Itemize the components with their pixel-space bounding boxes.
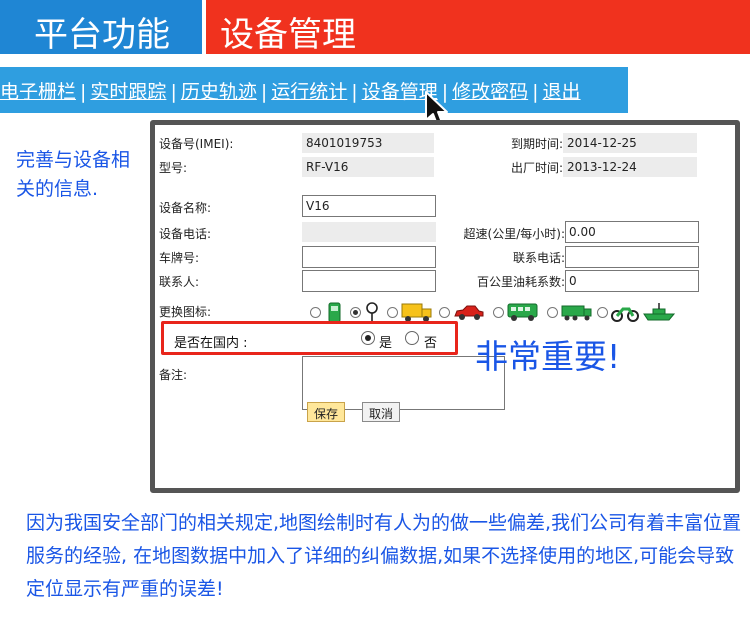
imei-value: 8401019753 (302, 133, 434, 153)
model-value: RF-V16 (302, 157, 434, 177)
device-name-label: 设备名称: (159, 201, 212, 215)
plate-label: 车牌号: (159, 251, 200, 265)
nav-item-realtime-tracking[interactable]: 实时跟踪 (90, 81, 166, 103)
nav-item-history-track[interactable]: 历史轨迹 (181, 81, 257, 103)
domestic-label: 是否在国内 : (174, 336, 248, 351)
domestic-yes-label: 是 (379, 336, 393, 351)
icon-radio-motorcycle[interactable] (597, 307, 608, 318)
device-management-title: 设备管理 (220, 15, 356, 55)
save-button[interactable]: 保存 (307, 402, 346, 422)
contact-input[interactable] (302, 270, 436, 292)
icon-radio-fuel-pump[interactable] (310, 307, 321, 318)
domestic-no-label: 否 (424, 336, 438, 351)
fuel-coefficient-input[interactable] (565, 270, 699, 292)
icon-radio-map-pin[interactable] (350, 307, 361, 318)
overspeed-label: 超速(公里/每小时): (463, 227, 565, 241)
truck-icon (401, 303, 432, 322)
device-name-input[interactable] (302, 195, 436, 217)
icon-chooser (310, 301, 720, 323)
bottom-note: 因为我国安全部门的相关规定,地图绘制时有人为的做一些偏差,我们公司有着丰富位置服… (26, 512, 742, 600)
icon-radio-car[interactable] (439, 307, 450, 318)
contact-phone-input[interactable] (565, 246, 699, 268)
icon-radio-freight-truck[interactable] (547, 307, 558, 318)
device-phone-label: 设备电话: (159, 227, 212, 241)
imei-label: 设备号(IMEI): (159, 137, 234, 151)
icon-radio-truck[interactable] (387, 307, 398, 318)
nav-separator: | (532, 81, 539, 103)
icon-radio-bus[interactable] (493, 307, 504, 318)
fuel-coefficient-label: 百公里油耗系数: (476, 275, 565, 289)
domestic-no-radio[interactable] (405, 331, 419, 345)
main-nav: 电子栅栏 | 实时跟踪 | 历史轨迹 | 运行统计 | 设备管理 | 修改密码 | 退出 (0, 67, 628, 113)
motorcycle-icon (611, 307, 639, 322)
nav-separator: | (80, 81, 87, 103)
remark-label: 备注: (159, 368, 188, 382)
icon-label: 更换图标: (159, 305, 212, 319)
map-pin-icon (366, 302, 378, 322)
factory-date-value: 2013-12-24 (563, 157, 697, 177)
nav-item-change-password[interactable]: 修改密码 (452, 81, 528, 103)
side-note: 完善与设备相关的信息. (16, 149, 131, 200)
bus-icon (507, 303, 538, 321)
boat-icon (643, 303, 675, 321)
nav-item-logout[interactable]: 退出 (543, 81, 581, 103)
contact-phone-label: 联系电话: (512, 251, 565, 265)
plate-input[interactable] (302, 246, 436, 268)
domestic-highlight-box: 是否在国内 : 是 否 (161, 321, 458, 355)
factory-date-label: 出厂时间: (511, 161, 564, 175)
device-management-tab: 设备管理 (206, 0, 750, 55)
overspeed-input[interactable] (565, 221, 699, 243)
expire-value: 2014-12-25 (563, 133, 697, 153)
model-label: 型号: (159, 161, 188, 175)
device-form-panel: 设备号(IMEI): 8401019753 到期时间: 2014-12-25 型… (150, 120, 740, 493)
device-phone-value (302, 222, 436, 242)
car-icon (454, 305, 484, 320)
platform-features-title: 平台功能 (34, 15, 170, 55)
contact-label: 联系人: (159, 275, 200, 289)
cancel-button[interactable]: 取消 (362, 402, 401, 422)
important-callout: 非常重要! (475, 337, 621, 376)
nav-item-run-statistics[interactable]: 运行统计 (271, 81, 347, 103)
nav-links: 电子栅栏 | 实时跟踪 | 历史轨迹 | 运行统计 | 设备管理 | 修改密码 | 退出 (0, 77, 581, 104)
platform-features-tab: 平台功能 (0, 0, 202, 55)
nav-separator: | (351, 81, 358, 103)
freight-truck-icon (561, 305, 592, 321)
expire-label: 到期时间: (511, 137, 564, 151)
fuel-pump-icon (328, 302, 341, 323)
nav-separator: | (260, 81, 268, 103)
domestic-yes-radio[interactable] (361, 331, 375, 345)
nav-item-geofence[interactable]: 电子栅栏 (0, 81, 76, 103)
nav-separator: | (170, 81, 177, 103)
